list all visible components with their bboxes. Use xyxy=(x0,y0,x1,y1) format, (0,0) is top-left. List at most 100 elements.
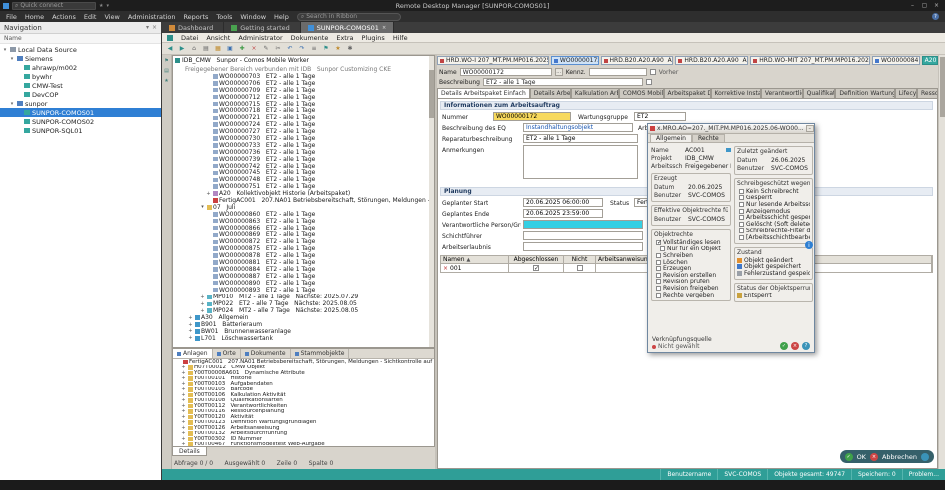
tree-item[interactable]: WO00000718 ET2 - alle 1 Tage xyxy=(173,107,434,114)
delete-icon[interactable]: × xyxy=(249,44,259,53)
tab-close-icon[interactable]: × xyxy=(382,25,386,31)
comos-menu-item[interactable]: Extra xyxy=(336,34,353,42)
tree-item[interactable]: WO00000872 ET2 - alle 1 Tage xyxy=(173,238,434,245)
schreibgeschuetzt-option[interactable]: Arbeitsschicht gesperrt xyxy=(737,214,810,221)
schreibgeschuetzt-option[interactable]: Schreibrechte-Filter deaktiviert xyxy=(737,228,810,235)
objektrechte-option[interactable]: Revision prüfen xyxy=(654,279,728,286)
tree-item[interactable]: + B901 Batterieraum xyxy=(173,321,434,328)
main-scrollbar[interactable] xyxy=(938,55,945,469)
tree-item[interactable]: + MP010 MT2 - alle 1 Tage Nächste: 2025.… xyxy=(173,294,434,301)
forward-icon[interactable]: ▶ xyxy=(177,44,187,53)
window-control-button[interactable]: ▢ xyxy=(919,1,930,10)
more-actions-button[interactable] xyxy=(921,453,929,461)
tree-item[interactable]: WO00000706 ET2 - alle 1 Tage xyxy=(173,80,434,87)
navigation-tree-item[interactable]: ▾ sunpor xyxy=(0,99,161,108)
schreibgeschuetzt-option[interactable]: Anzeigemodus xyxy=(737,208,810,215)
schreibgeschuetzt-option[interactable]: Kein Schreibrecht xyxy=(737,188,810,195)
checkbox[interactable] xyxy=(656,273,661,278)
detail-tab[interactable]: Definition Wartungsgrundlagen xyxy=(835,88,894,98)
rdm-menu-item[interactable]: Edit xyxy=(84,13,97,21)
comos-menu-item[interactable]: Dokumente xyxy=(291,34,329,42)
bookmark-icon[interactable]: ⚑ xyxy=(321,44,331,53)
tree-item[interactable]: WO00000751 ET2 - alle 1 Tage xyxy=(173,183,434,190)
dialog-ok-button[interactable]: ✓ xyxy=(780,342,788,350)
detail-tab[interactable]: Details Arbeitspaket xyxy=(530,88,571,98)
dialog-tab[interactable]: Allgemein xyxy=(650,134,692,142)
expander-icon[interactable]: + xyxy=(187,328,194,334)
checkbox[interactable] xyxy=(739,202,744,207)
rdm-menu-item[interactable]: File xyxy=(6,13,17,21)
dropdown-icon[interactable]: ▾ xyxy=(106,3,109,9)
session-tab[interactable]: SUNPOR-COMOS01 × xyxy=(301,22,394,33)
object-chip[interactable]: WO00000172 xyxy=(551,56,599,65)
checkbox[interactable] xyxy=(739,195,744,200)
tree-item[interactable]: + A20 Kollektivobjekt Historie (Arbeitsp… xyxy=(173,190,434,197)
navigation-tree-item[interactable]: SUNPOR-COMOS01 xyxy=(0,108,161,117)
main-scrollbar-thumb[interactable] xyxy=(940,57,945,117)
checkbox[interactable] xyxy=(739,222,744,227)
pin-icon[interactable]: ▾ xyxy=(146,24,149,31)
checkbox[interactable] xyxy=(656,260,661,265)
settings-icon[interactable]: ✱ xyxy=(345,44,355,53)
navigation-tree-item[interactable]: bywhr xyxy=(0,72,161,81)
object-chip[interactable]: HRD.WO-MIT 207_MT.PM.MP016.2025.01 xyxy=(750,56,870,65)
save-icon[interactable]: ▣ xyxy=(225,44,235,53)
tree-item[interactable]: WO00000736 ET2 - alle 1 Tage xyxy=(173,149,434,156)
column-header-abgeschlossen[interactable]: Abgeschlossen xyxy=(509,256,564,263)
tree-item[interactable]: WO00000730 ET2 - alle 1 Tage xyxy=(173,135,434,142)
rdm-menu-item[interactable]: Actions xyxy=(52,13,76,21)
session-tab[interactable]: Dashboard xyxy=(162,22,224,33)
redo-icon[interactable]: ↷ xyxy=(297,44,307,53)
tree-item[interactable]: WO00000887 ET2 - alle 1 Tage xyxy=(173,273,434,280)
objektrechte-option[interactable]: Nur für ein Objekt xyxy=(654,246,728,253)
flag-icon[interactable]: ⚑ xyxy=(164,58,168,64)
verantwortliche-person-field[interactable] xyxy=(523,220,643,229)
dialog-window-button[interactable]: – xyxy=(806,125,814,132)
tree-item[interactable]: WO00000739 ET2 - alle 1 Tage xyxy=(173,156,434,163)
objektrechte-option[interactable]: Schreiben xyxy=(654,252,728,259)
tree-item[interactable]: WO00000727 ET2 - alle 1 Tage xyxy=(173,128,434,135)
vorher-checkbox[interactable] xyxy=(650,69,656,75)
description-checkbox[interactable] xyxy=(646,79,652,85)
checkbox[interactable] xyxy=(739,235,744,240)
layers-icon[interactable]: ▤ xyxy=(164,68,169,74)
arbeitserlaubnis-field[interactable] xyxy=(523,242,643,251)
objektrechte-option[interactable]: Löschen xyxy=(654,259,728,266)
tree-item[interactable]: + BW01 Brunnenwasseranlage xyxy=(173,328,434,335)
comos-menu-item[interactable]: Hilfe xyxy=(393,34,408,42)
tree-item[interactable]: WO00000715 ET2 - alle 1 Tage xyxy=(173,101,434,108)
tree-item[interactable]: WO00000869 ET2 - alle 1 Tage xyxy=(173,231,434,238)
objektrechte-option[interactable]: Vollständiges lesen xyxy=(654,239,728,246)
geplanter-start-field[interactable]: 20.06.2025 06:00:00 xyxy=(523,198,603,207)
tree-item[interactable]: WO00000863 ET2 - alle 1 Tage xyxy=(173,218,434,225)
add-icon[interactable]: ✚ xyxy=(237,44,247,53)
tree-item[interactable]: WO00000881 ET2 - alle 1 Tage xyxy=(173,259,434,266)
ok-button[interactable]: OK xyxy=(857,453,866,461)
base-objects-tab[interactable]: Stammobjekte xyxy=(291,349,350,358)
dialog-tab[interactable]: Rechte xyxy=(692,134,725,142)
anmerkungen-textarea[interactable] xyxy=(523,145,638,179)
dialog-titlebar[interactable]: x.MRO.AO=207._MIT.PM.MP016.2025.06-WO00.… xyxy=(648,124,814,134)
rdm-menu-item[interactable]: Tools xyxy=(216,13,232,21)
edit-icon[interactable]: ✎ xyxy=(261,44,271,53)
comos-menu-item[interactable]: Ansicht xyxy=(206,34,230,42)
navigation-tree-item[interactable]: SUNPOR-COMOS02 xyxy=(0,117,161,126)
rdm-menu-item[interactable]: Reports xyxy=(183,13,208,21)
checkbox[interactable] xyxy=(656,293,661,298)
tree-item[interactable]: WO00000703 ET2 - alle 1 Tage xyxy=(173,73,434,80)
session-tab[interactable]: Getting started xyxy=(224,22,301,33)
expander-icon[interactable]: + xyxy=(199,301,206,307)
checkbox[interactable] xyxy=(739,215,744,220)
detail-tab[interactable]: Verantwortlichkeiten xyxy=(761,88,803,98)
tree-item[interactable]: + MP024 MT2 - alle 7 Tage Nächste: 2025.… xyxy=(173,307,434,314)
object-chip[interactable]: HRD.B20.A20.A90 A20 xyxy=(675,56,748,65)
schreibgeschuetzt-option[interactable]: Gelöscht (Soft deleted) xyxy=(737,221,810,228)
info-icon[interactable]: i xyxy=(805,241,813,249)
rdm-menu-item[interactable]: Administration xyxy=(128,13,176,21)
help-icon[interactable]: ? xyxy=(932,13,939,20)
object-chip[interactable]: A20 xyxy=(922,56,938,65)
tree-item[interactable]: WO00000893 ET2 - alle 1 Tage xyxy=(173,287,434,294)
schreibgeschuetzt-option[interactable]: [Arbeitsschichtbearbeitung] xyxy=(737,234,810,241)
geplantes-ende-field[interactable]: 20.06.2025 23:59:00 xyxy=(523,209,603,218)
tree-item[interactable]: WO00000745 ET2 - alle 1 Tage xyxy=(173,169,434,176)
